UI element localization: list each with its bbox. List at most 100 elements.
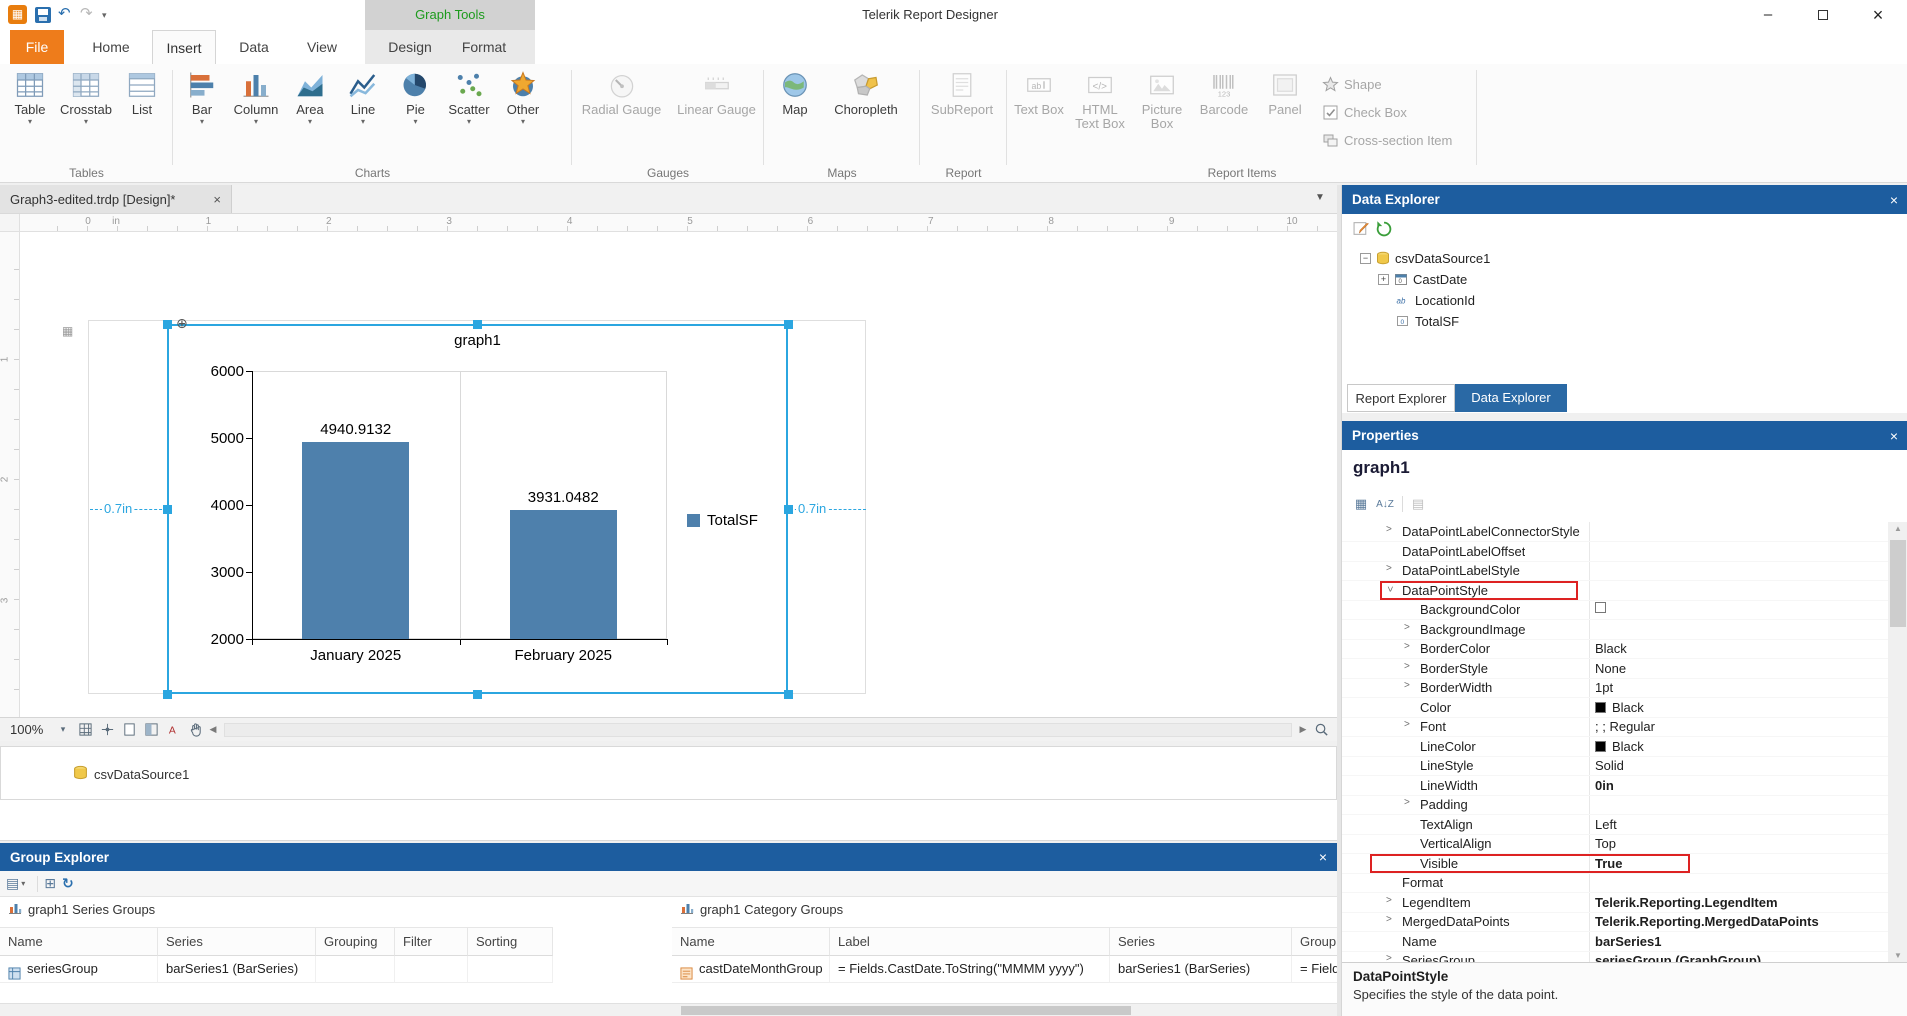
dropdown-arrow-icon[interactable]: ▾ [442, 117, 496, 126]
tab-file[interactable]: File [10, 30, 64, 64]
property-value[interactable]: True [1595, 856, 1867, 871]
pan-icon[interactable] [185, 720, 205, 740]
table-cell[interactable]: castDateMonthGroup [672, 956, 830, 983]
tree-item-castdate[interactable]: +0 CastDate [1378, 269, 1467, 289]
datasource-component[interactable]: csvDataSource1 [73, 765, 189, 783]
property-row-seriesgroup[interactable]: > SeriesGroup seriesGroup (GraphGroup) [1342, 951, 1888, 962]
expander-icon[interactable]: > [1404, 798, 1410, 808]
dropdown-arrow-icon[interactable]: ▾ [229, 117, 283, 126]
property-row-borderstyle[interactable]: > BorderStyle None [1342, 659, 1888, 679]
selection-handle[interactable] [162, 319, 172, 329]
tab-insert[interactable]: Insert [152, 30, 216, 64]
property-value[interactable]: ; ; Regular [1595, 719, 1867, 734]
chart-item[interactable]: graph1 6000 5000 4000 3000 2000 January 2025 4… [167, 324, 788, 694]
property-row-textalign[interactable]: TextAlign Left [1342, 815, 1888, 835]
ribbon-item-pie[interactable]: Pie ▾ [389, 68, 442, 126]
scroll-left-icon[interactable]: ◀ [206, 724, 220, 735]
property-row-legenditem[interactable]: > LegendItem Telerik.Reporting.LegendItem [1342, 893, 1888, 913]
undo-icon[interactable]: ↶ [58, 5, 71, 23]
edit-datasource-icon[interactable] [1353, 220, 1370, 237]
ribbon-item-list[interactable]: List [114, 68, 170, 117]
ribbon-item-column[interactable]: Column ▾ [229, 68, 283, 126]
page-view-icon[interactable] [119, 720, 139, 740]
property-value[interactable]: barSeries1 [1595, 934, 1867, 949]
property-row-datapointstyle[interactable]: > DataPointStyle [1342, 580, 1888, 601]
expander-icon[interactable]: > [1384, 586, 1395, 592]
scroll-up-icon[interactable]: ▲ [1888, 524, 1907, 533]
property-row-linewidth[interactable]: LineWidth 0in [1342, 776, 1888, 796]
tree-item-csvdatasource1[interactable]: − csvDataSource1 [1360, 248, 1490, 268]
categorized-view-icon[interactable]: ▦ [1350, 494, 1372, 514]
tab-home[interactable]: Home [80, 30, 142, 64]
expander-icon[interactable]: > [1404, 622, 1410, 633]
property-value[interactable]: Telerik.Reporting.MergedDataPoints [1595, 914, 1867, 929]
maximize-button[interactable] [1797, 0, 1849, 30]
ribbon-item-line[interactable]: Line ▾ [337, 68, 389, 126]
property-row-font[interactable]: > Font ; ; Regular [1342, 717, 1888, 737]
ribbon-item-area[interactable]: Area ▾ [283, 68, 337, 126]
expander-icon[interactable]: > [1404, 720, 1410, 730]
property-row-format[interactable]: Format [1342, 873, 1888, 893]
scrollbar-thumb[interactable] [1890, 540, 1906, 627]
property-row-backgroundimage[interactable]: > BackgroundImage [1342, 620, 1888, 640]
scroll-right-icon[interactable]: ▶ [1296, 724, 1310, 735]
tab-data-explorer[interactable]: Data Explorer [1455, 384, 1567, 412]
properties-close-icon[interactable]: × [1890, 428, 1898, 444]
expander-icon[interactable]: > [1386, 954, 1392, 963]
table-cell[interactable]: seriesGroup [0, 956, 158, 983]
selection-handle[interactable] [473, 319, 482, 329]
table-cell[interactable] [316, 956, 395, 983]
property-row-verticalalign[interactable]: VerticalAlign Top [1342, 834, 1888, 854]
table-cell[interactable]: barSeries1 (BarSeries) [158, 956, 316, 983]
expander-icon[interactable]: > [1404, 661, 1410, 672]
tab-data[interactable]: Data [226, 30, 282, 64]
property-value[interactable]: Black [1595, 739, 1867, 754]
expander-icon[interactable]: > [1404, 642, 1410, 652]
property-row-bordercolor[interactable]: > BorderColor Black [1342, 639, 1888, 659]
expander-icon[interactable]: > [1404, 681, 1410, 691]
property-value[interactable]: 0in [1595, 778, 1867, 793]
alphabetical-sort-icon[interactable]: A↓Z [1374, 494, 1396, 514]
dropdown-arrow-icon[interactable]: ▾ [283, 117, 337, 126]
group-view-mode-icon[interactable]: ▤ ▾ [6, 875, 25, 892]
scroll-down-icon[interactable]: ▼ [1888, 951, 1907, 960]
section-handle-icon[interactable]: ▦ [62, 324, 73, 338]
tree-item-locationid[interactable]: ab LocationId [1378, 290, 1476, 310]
document-list-dropdown-icon[interactable]: ▼ [1315, 192, 1325, 203]
document-tab[interactable]: Graph3-edited.trdp [Design]* × [0, 185, 232, 213]
tree-item-totalsf[interactable]: 0 TotalSF [1378, 311, 1459, 331]
scrollbar-thumb[interactable] [681, 1006, 1131, 1015]
tree-expander-icon[interactable]: − [1360, 252, 1371, 264]
ribbon-item-bar[interactable]: Bar ▾ [175, 68, 229, 126]
close-button[interactable]: × [1852, 0, 1904, 30]
move-handle-icon[interactable]: ⊕ [176, 315, 188, 332]
refresh-groups-icon[interactable]: ↻ [62, 875, 74, 892]
design-canvas[interactable]: ▦ graph1 6000 5000 4000 3000 2000 January 202… [20, 232, 1337, 717]
zoom-level[interactable]: 100% [10, 722, 52, 737]
property-row-datapointlabeloffset[interactable]: DataPointLabelOffset [1342, 542, 1888, 562]
selection-handle[interactable] [783, 689, 793, 699]
property-value[interactable]: Black [1595, 700, 1867, 715]
add-group-icon[interactable]: ⊞ [44, 875, 56, 892]
property-row-backgroundcolor[interactable]: BackgroundColor [1342, 600, 1888, 620]
dropdown-arrow-icon[interactable]: ▾ [58, 117, 114, 126]
grid-toggle-icon[interactable] [75, 720, 95, 740]
ribbon-item-other[interactable]: Other ▾ [496, 68, 550, 126]
dropdown-arrow-icon[interactable]: ▾ [2, 117, 58, 126]
property-row-linecolor[interactable]: LineColor Black [1342, 737, 1888, 757]
property-row-visible[interactable]: Visible True [1342, 853, 1888, 874]
tab-view[interactable]: View [292, 30, 352, 64]
table-cell[interactable]: barSeries1 (BarSeries) [1110, 956, 1292, 983]
table-cell[interactable] [468, 956, 553, 983]
horizontal-scrollbar[interactable] [224, 722, 1292, 737]
save-icon[interactable] [35, 7, 51, 23]
tab-design[interactable]: Design [378, 30, 442, 64]
selection-handle[interactable] [162, 504, 172, 514]
tab-format[interactable]: Format [450, 30, 518, 64]
expander-icon[interactable]: > [1386, 895, 1392, 906]
quick-access-dropdown-icon[interactable]: ▾ [102, 10, 107, 21]
dropdown-arrow-icon[interactable]: ▾ [389, 117, 442, 126]
selection-handle[interactable] [783, 504, 793, 514]
dropdown-arrow-icon[interactable]: ▾ [175, 117, 229, 126]
property-row-borderwidth[interactable]: > BorderWidth 1pt [1342, 678, 1888, 698]
